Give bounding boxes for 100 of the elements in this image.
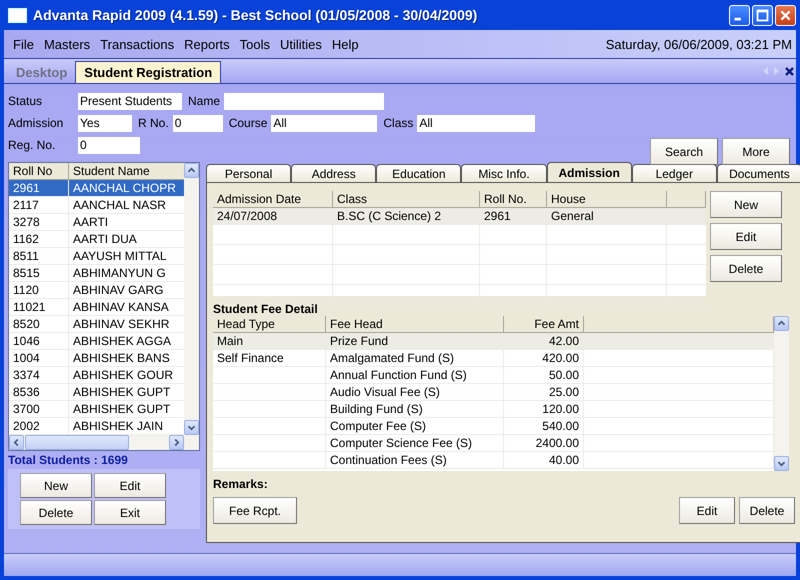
table-row[interactable]: 2961 AANCHAL CHOPR [9,180,184,197]
column-header[interactable]: House [547,191,667,207]
table-cell: 2961 [13,181,40,195]
fee-button[interactable]: Edit [679,497,735,524]
column-header[interactable]: Head Type [213,316,326,332]
menu-item[interactable]: Reports [179,36,235,52]
total-count: Total Students : 1699 [8,452,129,469]
list-button[interactable]: Exit [94,500,166,525]
table-cell: 1120 [13,283,39,297]
admission-button[interactable]: Delete [710,255,782,282]
tab[interactable]: Documents [716,164,800,182]
table-row[interactable]: Annual Function Fund (S) 50.00 [213,367,774,384]
scroll-up-icon[interactable] [184,163,199,178]
column-header[interactable]: Roll No. [480,191,547,207]
maximize-icon[interactable] [752,4,773,26]
filter-button[interactable]: Search [650,138,718,165]
list-button[interactable]: Delete [20,500,92,525]
table-row[interactable]: Audio Visual Fee (S) 25.00 [213,384,774,401]
column-header[interactable]: Roll No [9,163,69,179]
menu-item[interactable]: Tools [234,36,276,52]
table-cell: AARTI [73,215,108,229]
table-cell: 120.00 [542,402,579,416]
scroll-left-icon[interactable] [9,435,24,450]
table-cell: AANCHAL NASR [73,198,166,212]
input-field[interactable]: 0 [172,114,223,132]
table-row[interactable]: Main Prize Fund 42.00 [213,333,774,350]
table-cell: ABHISHEK GUPT [73,385,170,399]
field-label: Name [188,94,220,108]
table-cell: AAYUSH MITTAL [73,249,167,263]
table-cell: General [551,209,594,223]
field-label: Status [8,94,44,108]
column-header[interactable]: Admission Date [213,191,333,207]
list-button[interactable]: Edit [94,473,166,498]
tab[interactable]: Ledger [632,164,717,182]
table-cell: 3278 [13,215,40,229]
table-cell: Prize Fund [330,334,388,348]
column-header[interactable]: Class [333,191,480,207]
table-row[interactable]: 24/07/2008 B.SC (C Science) 2 2961 General [213,208,706,225]
fee-button[interactable]: Delete [739,497,795,524]
scroll-up-icon[interactable] [774,316,789,331]
column-header[interactable]: Fee Head [326,316,504,332]
table-cell: Continuation Fees (S) [330,453,447,467]
table-row[interactable]: Building Fund (S) 120.00 [213,401,774,418]
input-field[interactable]: All [417,114,536,132]
table-cell: 2400.00 [536,436,579,450]
window-title: Advanta Rapid 2009 (4.1.59) - Best School (01/05/2008 - 30/04/2009) [33,7,478,23]
field-label: Reg. No. [8,138,56,152]
scroll-right-icon[interactable] [169,435,184,450]
table-cell: ABHINAV KANSA [73,300,169,314]
table-cell: ABHISHEK AGGA [73,334,172,348]
menu-item[interactable]: Utilities [275,36,327,52]
scrollbar[interactable] [184,163,199,435]
scroll-down-icon[interactable] [774,456,789,471]
tab[interactable]: Education [376,164,462,182]
table-cell: ABHISHEK JAIN [73,419,164,433]
field-label: Admission [8,116,64,130]
list-button[interactable]: New [20,473,92,498]
table-cell: 8536 [13,385,40,399]
menu-item[interactable]: Masters [38,36,96,52]
field-label: R No. [138,116,169,130]
table-cell: Computer Fee (S) [330,419,426,433]
close-icon[interactable] [785,66,794,76]
admission-button[interactable]: Edit [710,223,782,250]
filter-button[interactable]: More [722,138,790,165]
table-row[interactable]: Computer Science Fee (S) 2400.00 [213,435,774,452]
table-cell: AARTI DUA [73,232,137,246]
table-cell: 8515 [13,266,40,280]
table-cell: 11021 [13,300,46,314]
scroll-down-icon[interactable] [184,420,199,435]
table-row[interactable]: Computer Fee (S) 540.00 [213,418,774,435]
table-cell: 24/07/2008 [217,209,278,223]
menu-item[interactable]: Transactions [95,36,180,52]
minimize-icon[interactable] [729,4,750,26]
table-cell: 42.00 [548,334,579,348]
section-title: Student Fee Detail [213,302,319,316]
table-cell: 3700 [13,402,40,416]
tab[interactable]: Admission [546,162,632,182]
input-field[interactable]: 0 [78,136,140,154]
input-field[interactable]: Present Students [78,92,182,110]
column-header[interactable]: Fee Amt [504,316,584,332]
document-tab[interactable]: Student Registration [75,61,222,83]
input-field[interactable]: All [271,114,378,132]
remarks-label: Remarks: [213,477,269,491]
scrollbar[interactable] [9,435,199,450]
fee-button[interactable]: Fee Rcpt. [213,497,297,524]
table-row[interactable]: Continuation Fees (S) 40.00 [213,452,774,469]
table-cell: Building Fund (S) [330,402,423,416]
menu-item[interactable]: Help [326,36,364,52]
menu-item[interactable]: File [8,36,39,52]
tab[interactable]: Misc Info. [461,164,547,182]
table-row[interactable]: Self Finance Amalgamated Fund (S) 420.00 [213,350,774,367]
input-field[interactable] [224,92,384,110]
tab[interactable]: Address [291,164,376,182]
table-cell: 1004 [13,351,40,365]
scrollbar[interactable] [774,316,789,471]
tab[interactable]: Personal [206,164,292,182]
input-field[interactable]: Yes [78,114,132,132]
admission-button[interactable]: New [710,191,782,218]
table-cell: 8520 [13,317,40,331]
table-cell: 2117 [13,198,39,212]
